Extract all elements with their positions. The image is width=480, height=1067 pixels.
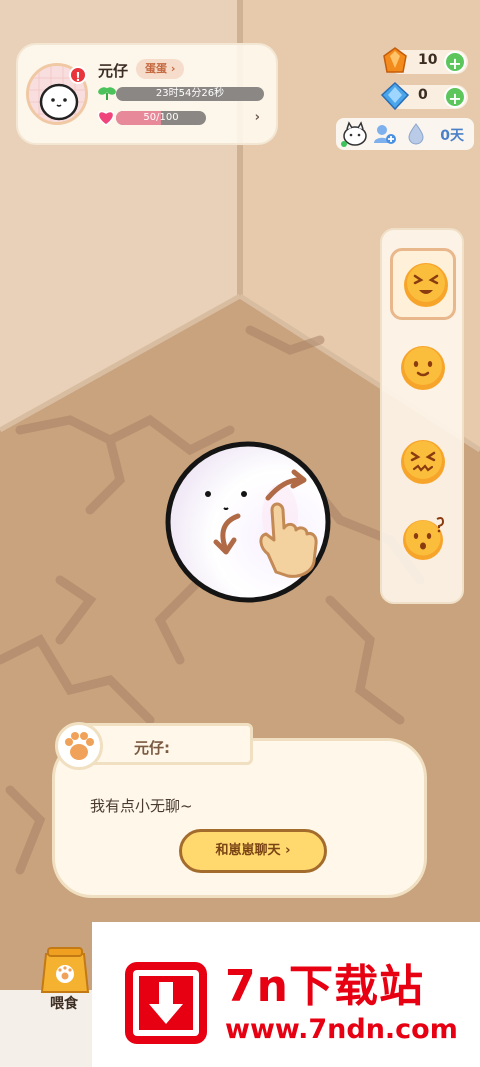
orange-gem-icon [383,47,407,73]
add-friend-icon [374,125,396,144]
mood-smiling-button[interactable] [390,334,456,406]
gems-count: 10 [418,52,438,68]
sprout-icon [98,87,116,100]
dialog-message: 我有点小无聊~ [90,797,193,815]
diamonds-count: 0 [418,87,428,103]
hearts-text: 50/100 [143,112,179,123]
pet-outline-icon [341,121,367,147]
growth-timer-text: 23时54分26秒 [155,88,225,99]
hearts-row: 50/100 [97,109,206,126]
watermark-url: www.7ndn.com [225,1014,458,1045]
stage-arrow-icon: › [170,62,176,75]
status-strip[interactable]: 0天 [336,118,474,150]
grimacing-face-icon [401,440,445,484]
mood-laughing-button[interactable] [390,248,456,320]
add-diamonds-button[interactable]: + [444,86,466,108]
download-logo-icon [125,962,207,1044]
stage-badge[interactable]: 蛋蛋 › [136,59,185,79]
hearts-bar: 50/100 [116,111,206,125]
confused-face-icon [403,517,445,560]
chat-button[interactable]: 和崽崽聊天 › [179,829,327,873]
water-drop-icon [408,123,424,145]
add-gems-button[interactable]: + [444,51,466,73]
paw-badge [55,722,103,770]
watermark-title: 7n下载站 [225,961,424,1012]
mood-confused-button[interactable] [390,504,456,576]
currency-gems: 10 + [383,47,468,74]
smiling-face-icon [401,346,445,390]
feed-label[interactable]: 喂食 [50,993,78,1013]
heart-icon [97,110,115,126]
laughing-face-icon [404,263,448,307]
pet-name: 元仔 [98,62,129,80]
days-counter: 0天 [440,128,464,144]
dialog-speaker: 元仔: [134,739,170,757]
stage-label: 蛋蛋 [145,62,167,75]
growth-timer-bar: 23时54分26秒 [116,87,264,101]
blue-diamond-icon [380,81,410,111]
watermark-banner: 7n下载站 www.7ndn.com [92,922,480,1067]
alert-badge: ! [69,66,87,84]
pet-character[interactable] [160,436,340,616]
profile-arrow-icon[interactable]: › [255,110,260,125]
mood-grimacing-button[interactable] [390,428,456,500]
profile-card[interactable]: ! 元仔 蛋蛋 › 23时54分26秒 50/100 › [16,43,278,145]
paw-icon [65,732,94,760]
mood-panel [380,228,464,604]
growth-timer-row: 23时54分26秒 [98,85,264,101]
currency-diamonds: 0 + [380,81,468,111]
